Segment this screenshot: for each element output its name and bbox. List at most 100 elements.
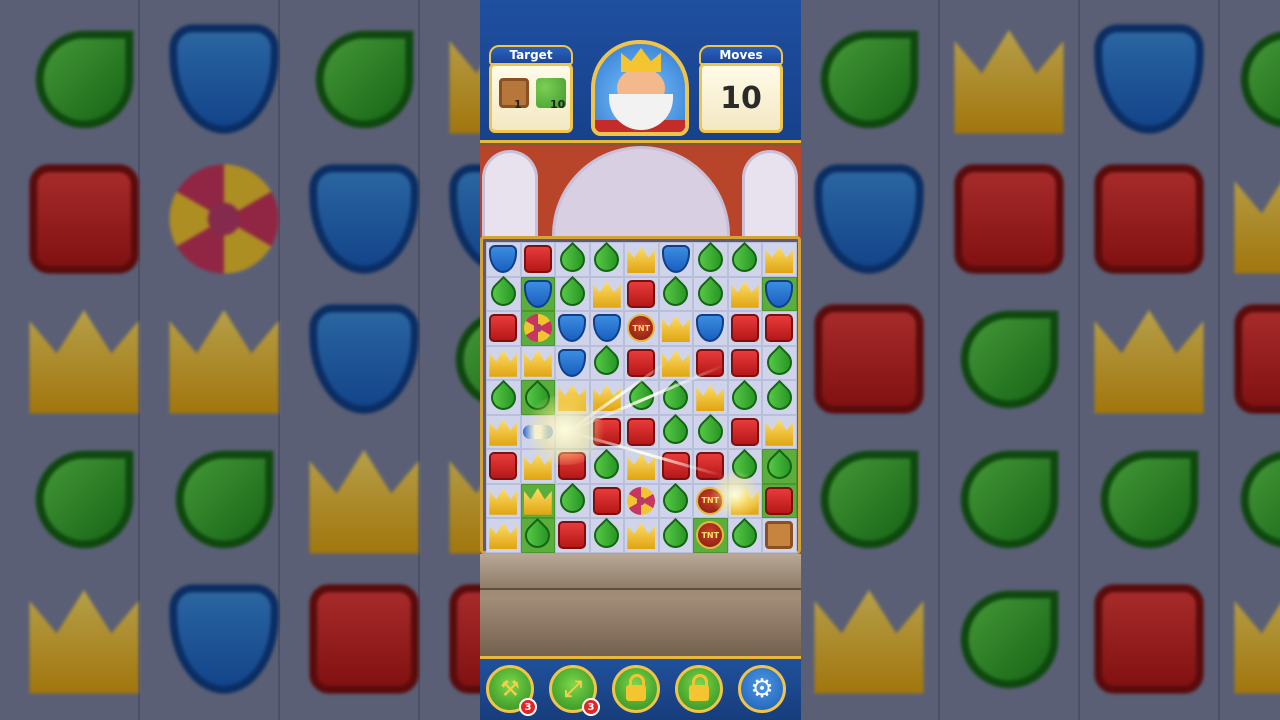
board-cell[interactable] [555, 311, 590, 346]
board-cell[interactable] [693, 518, 728, 553]
board-cell[interactable] [554, 276, 590, 312]
backdrop-cell [1220, 570, 1280, 708]
board-cell[interactable] [486, 242, 521, 277]
hammer-icon: ⚒ [500, 676, 520, 702]
arrow-booster[interactable]: ⤢ 3 [549, 665, 600, 716]
board-cell[interactable] [486, 518, 521, 553]
backdrop-cell [800, 570, 938, 708]
board-cell[interactable] [727, 241, 763, 277]
board-cell[interactable] [520, 414, 555, 449]
leaf-icon [820, 30, 918, 128]
board-cell[interactable] [520, 449, 555, 484]
board-cell[interactable] [554, 483, 590, 519]
board-cell[interactable] [486, 414, 521, 449]
board-cell[interactable] [624, 242, 659, 277]
board-cell[interactable] [762, 276, 797, 311]
board-cell[interactable] [624, 414, 659, 449]
board-cell[interactable] [555, 380, 590, 415]
board-cell[interactable] [693, 345, 728, 380]
board-cell[interactable] [693, 380, 728, 415]
locked-booster-1[interactable] [612, 665, 660, 713]
board-cell[interactable] [658, 276, 694, 312]
settings-button[interactable]: ⚙ [738, 665, 786, 713]
crown-icon [814, 589, 924, 694]
board-cell[interactable] [486, 345, 521, 380]
board-cell[interactable] [624, 449, 659, 484]
board-cell[interactable] [589, 483, 624, 518]
board-cell[interactable] [693, 483, 728, 518]
board-cell[interactable] [692, 276, 728, 312]
board-cell[interactable] [555, 518, 590, 553]
board-cell[interactable] [555, 345, 590, 380]
board-cell[interactable] [554, 241, 590, 277]
board-cell[interactable] [485, 276, 521, 312]
box-icon [558, 452, 587, 481]
board-cell[interactable] [727, 345, 762, 380]
board-cell[interactable] [727, 517, 763, 553]
board-cell[interactable] [727, 414, 762, 449]
board-cell[interactable] [555, 449, 590, 484]
board-cell[interactable] [658, 242, 693, 277]
hammer-booster[interactable]: ⚒ 3 [486, 665, 537, 716]
board-cell[interactable] [520, 311, 555, 346]
board-cell[interactable] [589, 448, 625, 484]
locked-booster-2[interactable] [675, 665, 723, 713]
board-cell[interactable] [520, 517, 556, 553]
backdrop-cell [800, 430, 938, 568]
board-cell[interactable] [520, 483, 555, 518]
board-cell[interactable] [624, 518, 659, 553]
board-cell[interactable] [762, 242, 797, 277]
board-cell[interactable] [693, 449, 728, 484]
board-cell[interactable] [692, 241, 728, 277]
board-cell[interactable] [762, 483, 797, 518]
board-cell[interactable] [485, 379, 521, 415]
board-cell[interactable] [486, 311, 521, 346]
board-cell[interactable] [658, 449, 693, 484]
board-cell[interactable] [589, 241, 625, 277]
board-cell[interactable] [761, 345, 797, 381]
board-cell[interactable] [727, 379, 763, 415]
board-cell[interactable] [762, 518, 797, 553]
board-cell[interactable] [623, 379, 659, 415]
board-cell[interactable] [658, 345, 693, 380]
board-cell[interactable] [589, 276, 624, 311]
board-cell[interactable] [658, 414, 694, 450]
board-cell[interactable] [589, 414, 624, 449]
board-cell[interactable] [761, 379, 797, 415]
board-cell[interactable] [727, 483, 762, 518]
board-cell[interactable] [658, 517, 694, 553]
crown-icon [730, 281, 759, 308]
board-cell[interactable] [658, 379, 694, 415]
board-cell[interactable] [762, 311, 797, 346]
board-cell[interactable] [693, 311, 728, 346]
board-cell[interactable] [486, 483, 521, 518]
board-cell[interactable] [624, 276, 659, 311]
board-cell[interactable] [727, 448, 763, 484]
board-cell[interactable] [624, 345, 659, 380]
board-cell[interactable] [658, 483, 694, 519]
box-icon [592, 417, 621, 446]
board-cell[interactable] [624, 483, 659, 518]
booster-count-badge: 3 [519, 698, 537, 716]
board-cell[interactable] [658, 311, 693, 346]
board-cell[interactable] [761, 448, 797, 484]
board-cell[interactable] [589, 345, 625, 381]
board-cell[interactable] [762, 414, 797, 449]
board-cell[interactable] [692, 414, 728, 450]
board-cell[interactable] [727, 311, 762, 346]
crown-icon [449, 449, 480, 554]
board-cell[interactable] [589, 311, 624, 346]
board-cell[interactable] [520, 379, 556, 415]
board-cell[interactable] [589, 517, 625, 553]
leaf-icon [658, 517, 694, 553]
board-cell[interactable] [589, 380, 624, 415]
board-cell[interactable] [486, 449, 521, 484]
board-cell[interactable] [520, 345, 555, 380]
floor-ledge [480, 554, 801, 590]
board-cell[interactable] [624, 311, 659, 346]
board-cell[interactable] [555, 414, 590, 449]
board-cell[interactable] [727, 276, 762, 311]
shield-icon [1094, 24, 1204, 134]
board-cell[interactable] [520, 242, 555, 277]
board-cell[interactable] [520, 276, 555, 311]
